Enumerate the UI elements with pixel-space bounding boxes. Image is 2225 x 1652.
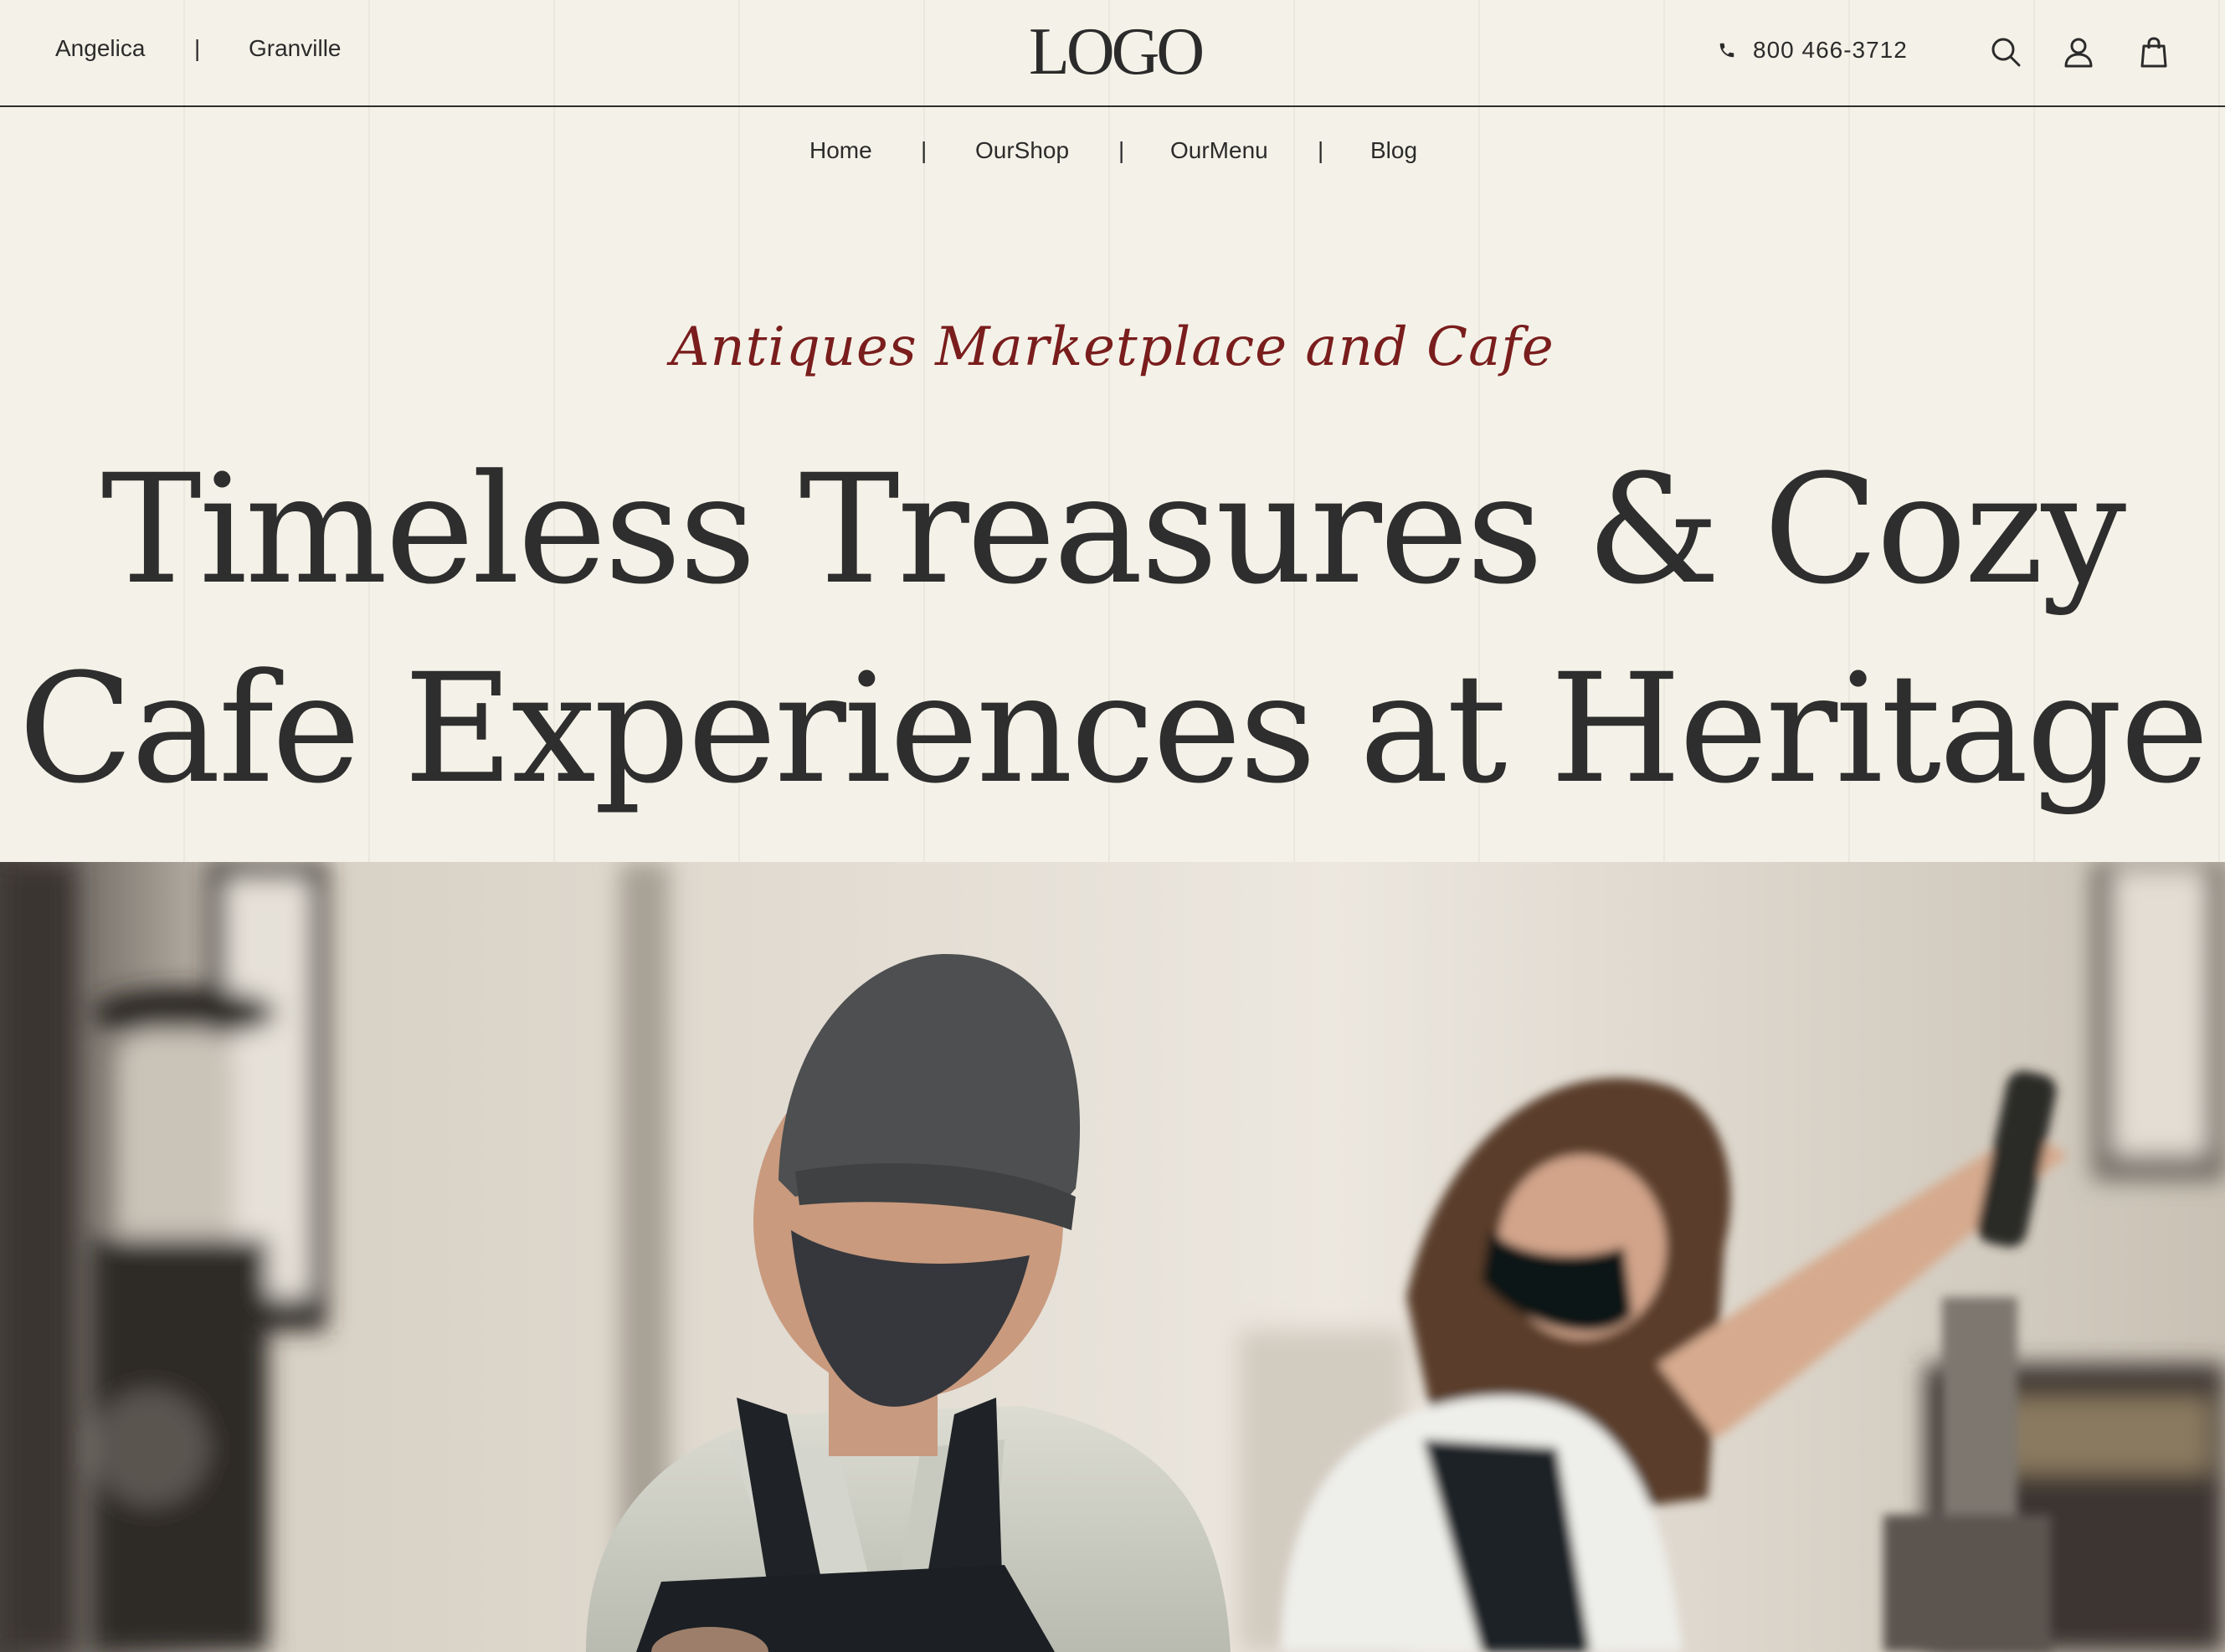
site-logo[interactable]: LOGO — [1029, 18, 1205, 85]
nav-separator: | — [1318, 137, 1324, 163]
hero-headline-line-1: Timeless Treasures & Cozy — [100, 443, 2126, 618]
hero-headline: Timeless Treasures & Cozy Cafe Experienc… — [0, 431, 2225, 829]
location-separator: | — [194, 35, 201, 61]
nav-item-blog[interactable]: Blog — [1370, 137, 1417, 164]
baristas-photo-illustration — [0, 862, 2225, 1652]
nav-item-ourmenu[interactable]: OurMenu — [1170, 137, 1268, 164]
phone-contact[interactable]: 800 466-3712 — [1718, 37, 1908, 64]
user-icon[interactable] — [2062, 35, 2095, 69]
shopping-bag-icon[interactable] — [2137, 35, 2171, 69]
nav-item-ourshop[interactable]: OurShop — [975, 137, 1069, 164]
hero-tagline: Antiques Marketplace and Cafe — [671, 316, 1554, 378]
nav-separator: | — [1118, 137, 1125, 163]
phone-number: 800 466-3712 — [1753, 37, 1908, 63]
top-bar: Angelica | Granville LOGO 800 466-3712 — [0, 0, 2225, 107]
nav-separator: | — [921, 137, 928, 163]
hero-image — [0, 862, 2225, 1652]
nav-item-home[interactable]: Home — [809, 137, 872, 164]
main-nav: Home | OurShop | OurMenu | Blog — [0, 137, 2225, 171]
location-link-angelica[interactable]: Angelica — [55, 35, 145, 62]
hero-headline-line-2: Cafe Experiences at Heritage — [18, 642, 2209, 817]
phone-icon — [1719, 43, 1734, 58]
location-link-granville[interactable]: Granville — [249, 35, 341, 62]
search-icon[interactable] — [1989, 35, 2022, 69]
